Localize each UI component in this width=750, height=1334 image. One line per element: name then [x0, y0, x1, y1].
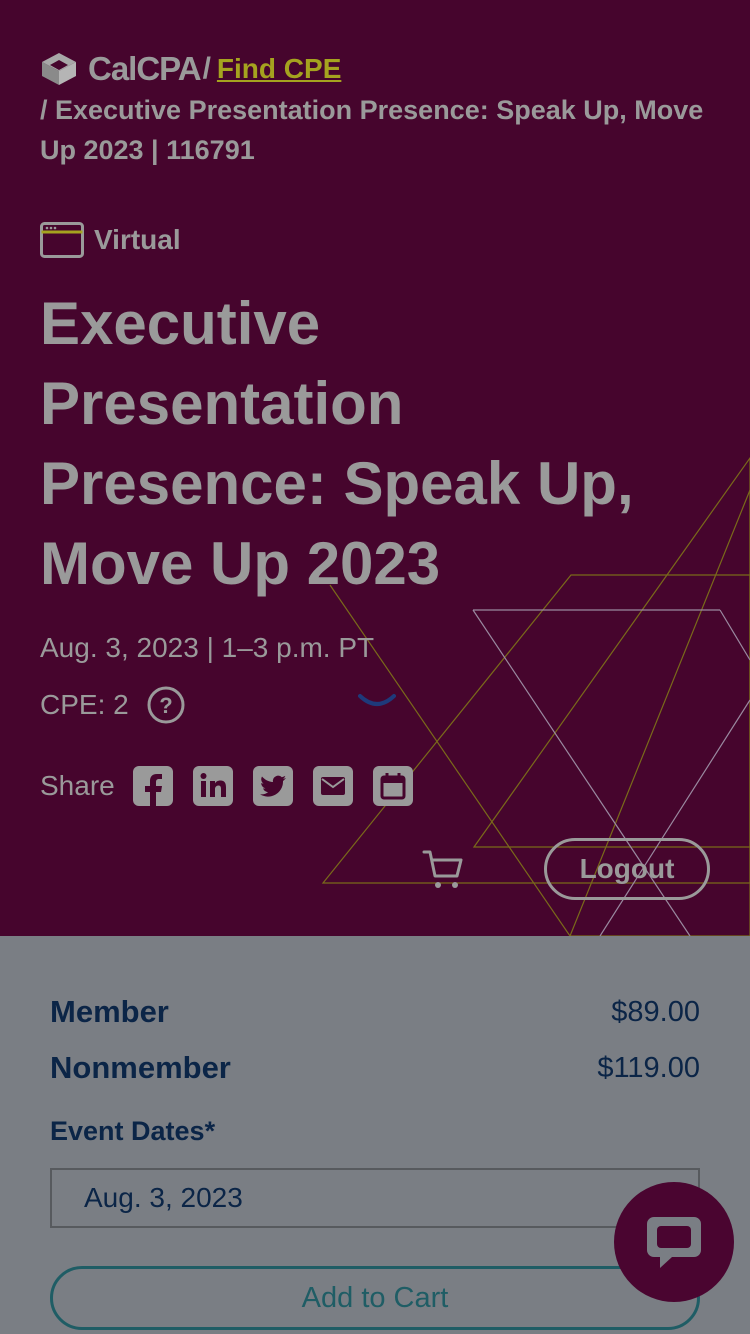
- logout-button[interactable]: Logout: [544, 838, 710, 900]
- share-bar: Share: [40, 766, 433, 806]
- breadcrumb: CalCPA / Find CPE / Executive Presentati…: [40, 48, 710, 170]
- cart-icon[interactable]: [422, 848, 466, 892]
- browser-window-icon: [40, 222, 84, 258]
- event-cpe: CPE: 2 ?: [40, 686, 185, 724]
- price-row-nonmember: Nonmember $119.00: [50, 1040, 700, 1096]
- breadcrumb-separator: /: [202, 52, 211, 85]
- event-date-time: Aug. 3, 2023 | 1–3 p.m. PT: [40, 632, 375, 663]
- chat-button[interactable]: [614, 1182, 734, 1302]
- help-question-icon[interactable]: ?: [147, 686, 185, 724]
- event-title: Executive Presentation Presence: Speak U…: [40, 290, 634, 597]
- price-value: $119.00: [597, 1051, 700, 1084]
- price-value: $89.00: [611, 995, 700, 1028]
- add-to-cart-button[interactable]: Add to Cart: [50, 1266, 700, 1330]
- calcpa-logo-icon: [42, 53, 76, 85]
- event-hero: CalCPA / Find CPE / Executive Presentati…: [0, 0, 750, 936]
- price-label: Member: [50, 994, 169, 1029]
- linkedin-icon[interactable]: [192, 766, 233, 806]
- chat-bubble-icon: [647, 1217, 701, 1268]
- event-format: Virtual: [40, 222, 181, 258]
- price-row-member: Member $89.00: [50, 984, 700, 1040]
- svg-text:?: ?: [159, 693, 172, 718]
- breadcrumb-link-find-cpe[interactable]: Find CPE: [217, 49, 341, 89]
- price-label: Nonmember: [50, 1050, 231, 1085]
- event-format-label: Virtual: [94, 224, 181, 255]
- loading-spinner-icon: [358, 694, 396, 706]
- twitter-icon[interactable]: [252, 766, 293, 806]
- cpe-credits: CPE: 2: [40, 689, 129, 720]
- event-date-select[interactable]: Aug. 3, 2023: [50, 1168, 700, 1228]
- logo-text[interactable]: CalCPA: [88, 49, 202, 89]
- breadcrumb-current: / Executive Presentation Presence: Speak…: [40, 95, 704, 165]
- pricing-table: Member $89.00 Nonmember $119.00: [50, 984, 700, 1096]
- event-dates-label: Event Dates*: [50, 1116, 216, 1146]
- facebook-icon[interactable]: [132, 766, 173, 806]
- calendar-icon[interactable]: [372, 766, 413, 806]
- share-label: Share: [40, 770, 115, 801]
- event-date-selected: Aug. 3, 2023: [84, 1182, 243, 1213]
- email-icon[interactable]: [312, 766, 353, 806]
